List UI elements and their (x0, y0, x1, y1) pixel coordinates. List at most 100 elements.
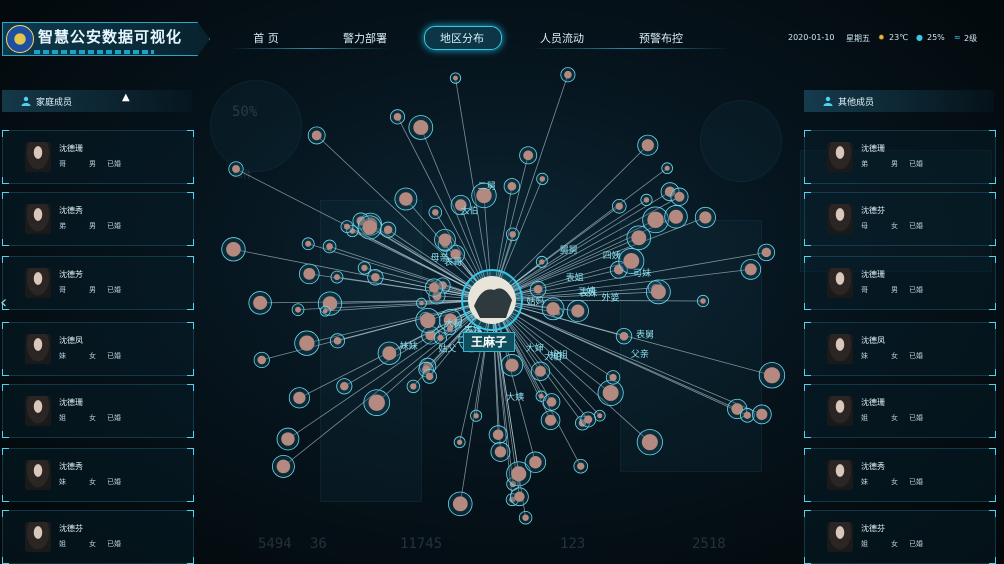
person-node[interactable] (367, 269, 384, 286)
person-node[interactable] (757, 243, 776, 262)
relation-label: 父亲 (631, 348, 649, 360)
relation-label: 表姐 (566, 271, 584, 283)
person-node[interactable] (307, 126, 326, 145)
relation-label: 姑妈 (527, 295, 545, 307)
person-node[interactable] (301, 237, 315, 251)
person-node[interactable] (540, 410, 561, 431)
person-node[interactable] (380, 221, 397, 238)
person-node[interactable] (422, 369, 437, 384)
person-node[interactable] (428, 205, 443, 220)
person-node[interactable] (488, 425, 508, 445)
person-node[interactable] (560, 67, 576, 83)
relationship-edge (491, 299, 762, 415)
person-node[interactable] (573, 458, 588, 474)
person-node[interactable] (758, 362, 786, 389)
relation-label: 舅舅 (560, 245, 578, 256)
person-node[interactable] (433, 331, 447, 345)
person-node[interactable] (664, 205, 688, 229)
person-node[interactable] (503, 178, 521, 195)
person-node[interactable] (615, 327, 633, 345)
relation-label: 表舅 (636, 329, 654, 341)
person-node[interactable] (519, 146, 538, 165)
person-node[interactable] (357, 261, 372, 275)
relation-label: 四姨 (603, 250, 621, 262)
person-node[interactable] (542, 393, 561, 411)
person-node[interactable] (740, 259, 762, 280)
person-node[interactable] (336, 378, 353, 395)
relation-label: 姑父 (438, 342, 456, 354)
person-node[interactable] (248, 291, 272, 315)
person-node[interactable] (611, 198, 627, 214)
relationship-graph: 大舅表舅二姨舅舅妹妹大姨表姨表妹大伯姐姐外婆四姨母亲可妹父亲姑父婶婶大婶姑妈二舅… (221, 67, 786, 525)
person-node[interactable] (406, 379, 420, 394)
person-node[interactable] (670, 187, 689, 206)
person-node[interactable] (288, 387, 310, 409)
relation-label: 二舅 (478, 181, 496, 192)
person-node[interactable] (221, 237, 246, 262)
person-node[interactable] (415, 308, 441, 334)
person-node[interactable] (752, 404, 772, 425)
person-node[interactable] (536, 172, 549, 185)
person-node[interactable] (291, 303, 305, 316)
person-node[interactable] (363, 389, 391, 416)
person-node[interactable] (518, 510, 533, 525)
person-node[interactable] (294, 330, 320, 356)
person-node[interactable] (416, 297, 427, 309)
person-node[interactable] (636, 429, 663, 456)
relationship-edge (491, 299, 704, 302)
relation-label: 大姨 (506, 391, 524, 403)
person-node[interactable] (646, 279, 671, 305)
person-node[interactable] (453, 436, 466, 449)
relation-label: 大伯 (460, 205, 478, 217)
person-node[interactable] (253, 351, 270, 369)
person-node[interactable] (696, 294, 710, 308)
person-node[interactable] (470, 409, 483, 422)
relation-label: 外婆 (602, 291, 620, 303)
person-node[interactable] (510, 487, 529, 507)
relation-label: 大婶 (526, 342, 544, 354)
person-node[interactable] (330, 270, 344, 284)
person-node[interactable] (390, 109, 406, 125)
person-node[interactable] (448, 491, 473, 517)
person-node[interactable] (529, 281, 547, 298)
relationship-edge (491, 74, 569, 301)
center-person-name: 王麻子 (463, 332, 515, 352)
person-node[interactable] (271, 454, 295, 478)
person-node[interactable] (319, 305, 331, 317)
person-node[interactable] (694, 206, 716, 228)
person-node[interactable] (329, 333, 346, 349)
mouse-cursor-icon: ▲ (122, 92, 130, 103)
person-node[interactable] (530, 361, 551, 381)
person-node[interactable] (566, 299, 589, 323)
person-node[interactable] (637, 134, 659, 156)
person-node[interactable] (276, 427, 300, 451)
person-node[interactable] (377, 341, 401, 365)
person-node[interactable] (298, 263, 320, 285)
person-node[interactable] (340, 220, 354, 233)
person-node[interactable] (408, 115, 434, 140)
person-node[interactable] (500, 354, 524, 377)
person-node[interactable] (626, 225, 652, 251)
relation-label: 妹妹 (400, 340, 418, 352)
person-node[interactable] (505, 227, 520, 242)
dashboard-stage: 50% 5494 36 11745 2518 123 45件 智慧公安数据可视化… (0, 0, 1004, 564)
person-node[interactable] (228, 161, 244, 177)
relation-label: 大舅 (445, 318, 463, 330)
person-node[interactable] (640, 193, 653, 206)
person-node[interactable] (322, 239, 337, 254)
person-node[interactable] (490, 441, 511, 462)
relation-label: 表妹 (579, 287, 597, 299)
person-node[interactable] (424, 278, 444, 297)
person-node[interactable] (541, 297, 565, 321)
person-node[interactable] (449, 72, 462, 84)
person-node[interactable] (605, 370, 621, 385)
person-node[interactable] (535, 255, 548, 268)
person-node[interactable] (434, 228, 456, 251)
person-node[interactable] (524, 451, 547, 473)
person-node[interactable] (580, 411, 597, 428)
person-node[interactable] (357, 215, 382, 240)
relation-label: 可妹 (633, 267, 651, 279)
relation-label: 表哥 (444, 256, 462, 268)
person-node[interactable] (394, 187, 418, 211)
person-node[interactable] (661, 162, 673, 175)
